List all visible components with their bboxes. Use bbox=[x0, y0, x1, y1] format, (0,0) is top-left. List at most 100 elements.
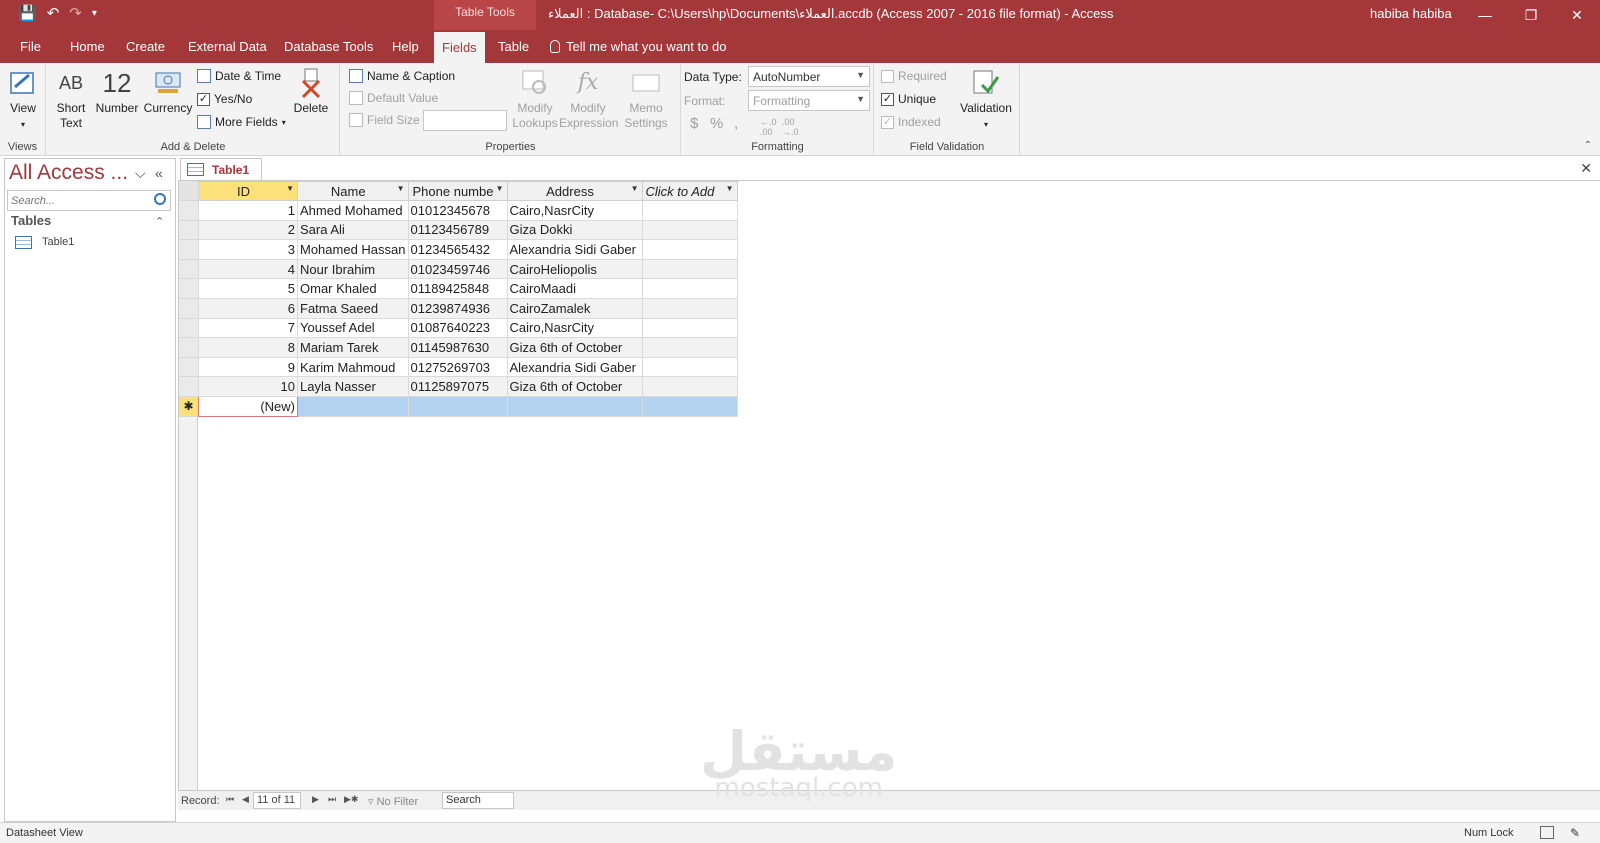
cell-name[interactable]: Mariam Tarek bbox=[297, 337, 409, 358]
tab-fields[interactable]: Fields bbox=[434, 32, 485, 63]
design-view-icon[interactable]: ✎ bbox=[1570, 826, 1584, 840]
add-field-dropdown-icon[interactable]: ▼ bbox=[726, 184, 734, 193]
customize-qat-icon[interactable]: ▾ bbox=[92, 8, 97, 19]
indexed-checkbox[interactable]: ✓ Indexed bbox=[881, 115, 941, 129]
record-selector[interactable] bbox=[179, 338, 198, 358]
cell-empty[interactable] bbox=[641, 317, 738, 339]
cell-empty[interactable] bbox=[641, 239, 738, 260]
modify-expression-button[interactable]: fx Modify Expression bbox=[559, 67, 618, 131]
cell-name[interactable]: Omar Khaled bbox=[297, 278, 409, 299]
modify-lookups-button[interactable]: Modify Lookups bbox=[511, 67, 559, 131]
restore-icon[interactable]: ❐ bbox=[1508, 0, 1554, 30]
more-fields-button[interactable]: More Fields ▾ bbox=[197, 115, 286, 129]
cell-address[interactable]: CairoHeliopolis bbox=[506, 258, 643, 280]
cell-id[interactable]: 8 bbox=[198, 337, 298, 358]
view-button[interactable]: View ▾ bbox=[6, 67, 40, 132]
column-header-phone[interactable]: Phone numbe ▼ bbox=[407, 181, 508, 201]
cell-phone[interactable]: 01189425848 bbox=[407, 278, 508, 299]
cell-name[interactable]: Youssef Adel bbox=[297, 317, 409, 339]
record-selector[interactable] bbox=[179, 318, 198, 339]
nav-pane-title[interactable]: All Access ... bbox=[9, 161, 128, 185]
column-header-click-to-add[interactable]: Click to Add ▼ bbox=[641, 181, 738, 201]
cell-id[interactable]: 3 bbox=[198, 239, 298, 260]
next-record-icon[interactable]: ▶ bbox=[312, 794, 319, 805]
delete-button[interactable]: Delete bbox=[291, 67, 331, 116]
cell-address[interactable]: Alexandria Sidi Gaber bbox=[506, 356, 643, 378]
new-record-nav-icon[interactable]: ▶✱ bbox=[344, 794, 358, 805]
nav-search-box[interactable] bbox=[7, 190, 171, 211]
memo-settings-button[interactable]: Memo Settings bbox=[617, 67, 675, 131]
name-caption-button[interactable]: Name & Caption bbox=[349, 69, 455, 83]
cell-id[interactable]: 6 bbox=[198, 297, 298, 319]
tell-me-box[interactable]: Tell me what you want to do bbox=[550, 30, 726, 63]
cell-address[interactable]: Cairo,NasrCity bbox=[506, 317, 643, 339]
number-button[interactable]: 12 Number bbox=[93, 67, 141, 116]
search-icon[interactable] bbox=[154, 193, 166, 205]
cell-address[interactable]: Cairo,NasrCity bbox=[506, 200, 643, 221]
format-select[interactable]: Formatting ▼ bbox=[748, 90, 870, 111]
comma-format-icon[interactable]: , bbox=[734, 115, 738, 132]
unique-checkbox[interactable]: ✓ Unique bbox=[881, 92, 936, 106]
cell-empty[interactable] bbox=[641, 200, 738, 221]
currency-format-icon[interactable]: $ bbox=[690, 115, 698, 132]
column-header-name[interactable]: Name ▼ bbox=[297, 181, 409, 201]
column-header-id[interactable]: ID ▼ bbox=[198, 181, 298, 201]
collapse-group-icon[interactable]: ⌃ bbox=[155, 215, 164, 228]
cell-id[interactable]: 1 bbox=[198, 200, 298, 221]
close-icon[interactable]: ✕ bbox=[1554, 0, 1600, 30]
cell-empty[interactable] bbox=[297, 395, 409, 417]
tab-external-data[interactable]: External Data bbox=[180, 30, 275, 63]
record-selector[interactable] bbox=[179, 357, 198, 378]
cell-phone[interactable]: 01234565432 bbox=[407, 239, 508, 260]
undo-icon[interactable]: ↶ bbox=[47, 4, 60, 22]
cell-name[interactable]: Layla Nasser bbox=[297, 376, 409, 397]
column-header-address[interactable]: Address ▼ bbox=[506, 181, 643, 201]
doc-tab-table1[interactable]: Table1 bbox=[180, 158, 263, 180]
cell-address[interactable]: CairoMaadi bbox=[506, 278, 643, 299]
increase-decimals-icon[interactable]: ←.0.00 bbox=[760, 117, 777, 137]
record-selector[interactable] bbox=[179, 377, 198, 397]
cell-phone[interactable]: 01012345678 bbox=[407, 200, 508, 221]
sort-filter-dropdown-icon[interactable]: ▼ bbox=[397, 184, 405, 193]
current-record-input[interactable]: 11 of 11 bbox=[253, 792, 301, 809]
yes-no-button[interactable]: ✓ Yes/No bbox=[197, 92, 252, 106]
sort-filter-dropdown-icon[interactable]: ▼ bbox=[631, 184, 639, 193]
cell-phone[interactable]: 01123456789 bbox=[407, 219, 508, 241]
sort-filter-dropdown-icon[interactable]: ▼ bbox=[286, 184, 294, 193]
tab-home[interactable]: Home bbox=[62, 30, 113, 63]
select-all-corner[interactable] bbox=[179, 181, 198, 201]
cell-empty[interactable] bbox=[641, 376, 738, 397]
user-name[interactable]: habiba habiba bbox=[1370, 6, 1452, 21]
cell-phone[interactable]: 01145987630 bbox=[407, 337, 508, 358]
record-search-input[interactable]: Search bbox=[442, 792, 514, 809]
cell-name[interactable]: Fatma Saeed bbox=[297, 297, 409, 319]
nav-menu-icon[interactable]: ⌵ bbox=[135, 165, 146, 182]
cell-empty[interactable] bbox=[641, 278, 738, 299]
record-selector[interactable] bbox=[179, 259, 198, 280]
cell-id[interactable]: 5 bbox=[198, 278, 298, 299]
cell-name[interactable]: Ahmed Mohamed bbox=[297, 200, 409, 221]
required-checkbox[interactable]: Required bbox=[881, 69, 947, 83]
cell-empty[interactable] bbox=[506, 395, 643, 417]
cell-id[interactable]: 10 bbox=[198, 376, 298, 397]
cell-empty[interactable] bbox=[641, 219, 738, 241]
cell-name[interactable]: Sara Ali bbox=[297, 219, 409, 241]
cell-id[interactable]: 4 bbox=[198, 258, 298, 280]
field-size-input[interactable] bbox=[423, 110, 507, 131]
cell-id[interactable]: 7 bbox=[198, 317, 298, 339]
currency-button[interactable]: Currency bbox=[143, 67, 193, 116]
cell-address[interactable]: Giza 6th of October bbox=[506, 337, 643, 358]
cell-name[interactable]: Nour Ibrahim bbox=[297, 258, 409, 280]
tab-database-tools[interactable]: Database Tools bbox=[276, 30, 381, 63]
tab-help[interactable]: Help bbox=[384, 30, 427, 63]
record-selector[interactable] bbox=[179, 299, 198, 319]
record-selector[interactable] bbox=[179, 240, 198, 260]
cell-new-id[interactable]: (New) bbox=[198, 395, 298, 417]
cell-address[interactable]: Alexandria Sidi Gaber bbox=[506, 239, 643, 260]
last-record-icon[interactable]: ⏭ bbox=[328, 794, 336, 805]
record-selector[interactable] bbox=[179, 279, 198, 299]
nav-item-table1[interactable]: Table1 bbox=[15, 233, 74, 251]
nav-group-tables[interactable]: Tables bbox=[11, 213, 51, 228]
cell-address[interactable]: CairoZamalek bbox=[506, 297, 643, 319]
date-time-button[interactable]: Date & Time bbox=[197, 69, 281, 83]
